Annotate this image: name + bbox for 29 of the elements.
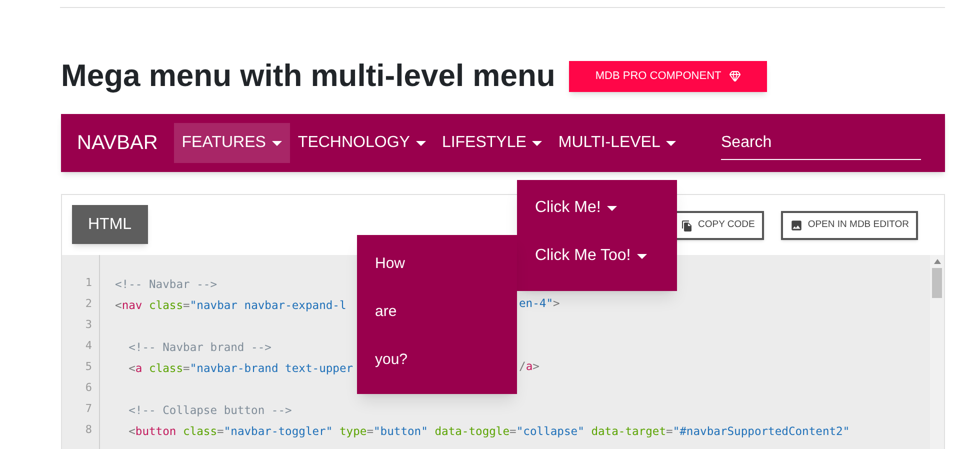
nav-item[interactable]: TECHNOLOGY xyxy=(290,123,434,163)
search-field[interactable]: Search xyxy=(721,126,921,160)
nav-item[interactable]: LIFESTYLE xyxy=(434,123,550,163)
line-number: 3 xyxy=(85,317,92,333)
nav-item[interactable]: FEATURES xyxy=(174,123,290,163)
code-line: <a class="navbar-brand text-upper xyxy=(128,362,354,375)
line-number: 8 xyxy=(85,422,92,438)
code-line: /a> xyxy=(519,359,540,375)
nav-item[interactable]: MULTI-LEVEL xyxy=(550,123,684,163)
pro-badge: MDB PRO COMPONENT xyxy=(569,60,768,92)
html-tab[interactable]: HTML xyxy=(72,205,148,244)
code-line: <button class="navbar-toggler" type="button" data-toggle="collapse" data-target="#navbarSupportedContent2" xyxy=(128,425,850,438)
line-number: 2 xyxy=(85,296,92,312)
line-number: 1 xyxy=(85,275,92,291)
page-title: Mega menu with multi-level menu xyxy=(61,57,556,95)
line-number: 6 xyxy=(85,380,92,396)
line-number: 4 xyxy=(85,338,92,354)
code-line: <!-- Navbar brand --> xyxy=(128,341,272,354)
code-line: <!-- Navbar --> xyxy=(115,278,218,291)
code-line: <nav class="navbar navbar-expand-l xyxy=(115,299,346,312)
submenu-item[interactable]: are xyxy=(357,288,517,336)
line-number: 5 xyxy=(85,359,92,375)
submenu-item[interactable]: How xyxy=(357,240,517,288)
open-editor-button[interactable]: OPEN IN MDB EDITOR xyxy=(780,211,918,240)
submenu-item[interactable]: you? xyxy=(357,336,517,384)
navbar-brand[interactable]: NAVBAR xyxy=(77,128,158,158)
code-line: <!-- Collapse button --> xyxy=(128,404,292,417)
code-line: en-4"> xyxy=(519,296,560,312)
line-number: 7 xyxy=(85,401,92,417)
